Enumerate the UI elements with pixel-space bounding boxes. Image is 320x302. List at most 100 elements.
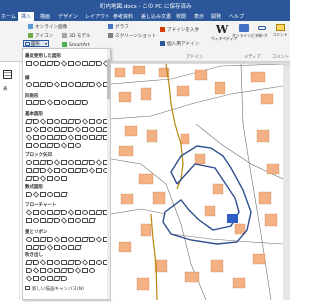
shape-thumbnail[interactable] [54, 245, 60, 250]
shape-thumbnail[interactable] [89, 127, 95, 132]
shape-thumbnail[interactable] [33, 210, 39, 215]
shape-thumbnail[interactable] [32, 100, 40, 105]
shape-thumbnail[interactable] [46, 143, 54, 148]
shape-thumbnail[interactable] [88, 218, 96, 223]
shape-thumbnail[interactable] [82, 268, 88, 273]
shape-thumbnail[interactable] [26, 100, 32, 105]
shape-thumbnail[interactable] [26, 143, 32, 148]
icons-button[interactable]: アイコン [28, 33, 53, 39]
shape-thumbnail[interactable] [33, 119, 39, 124]
shape-thumbnail[interactable] [89, 119, 95, 124]
shape-thumbnail[interactable] [74, 168, 82, 173]
shape-thumbnail[interactable] [26, 127, 32, 132]
3d-models-button[interactable]: 3D モデル [62, 33, 91, 39]
shape-thumbnail[interactable] [68, 245, 74, 250]
shape-thumbnail[interactable] [60, 127, 68, 132]
shape-thumbnail[interactable] [61, 260, 67, 265]
shape-thumbnail[interactable] [60, 217, 68, 224]
shape-thumbnail[interactable] [40, 61, 46, 66]
tab-home[interactable]: ホーム [1, 13, 16, 20]
shape-thumbnail[interactable] [47, 176, 53, 181]
shape-thumbnail[interactable] [75, 218, 81, 223]
shape-thumbnail[interactable] [25, 209, 33, 216]
shape-thumbnail[interactable] [68, 127, 74, 132]
shape-thumbnail[interactable] [54, 168, 60, 173]
shape-thumbnail[interactable] [81, 82, 89, 87]
shape-thumbnail[interactable] [32, 245, 40, 250]
shape-thumbnail[interactable] [75, 143, 81, 148]
shape-thumbnail[interactable] [53, 135, 61, 140]
shape-thumbnail[interactable] [81, 259, 89, 266]
shape-thumbnail[interactable] [26, 245, 32, 250]
shape-thumbnail[interactable] [89, 160, 95, 165]
shape-thumbnail[interactable] [33, 218, 39, 223]
shape-thumbnail[interactable] [82, 135, 88, 140]
shape-thumbnail[interactable] [46, 61, 54, 66]
shape-thumbnail[interactable] [75, 82, 81, 87]
shape-thumbnail[interactable] [95, 159, 103, 166]
shape-thumbnail[interactable] [40, 143, 46, 148]
shape-thumbnail[interactable] [25, 260, 33, 265]
shape-thumbnail[interactable] [39, 118, 47, 125]
shape-thumbnail[interactable] [53, 159, 61, 166]
shape-thumbnail[interactable] [54, 143, 60, 148]
tab-mailings[interactable]: 差し込み文書 [141, 13, 171, 20]
shape-thumbnail[interactable] [68, 61, 74, 66]
comment-button[interactable]: コメント [271, 23, 289, 51]
link-button[interactable]: リンク [256, 23, 268, 51]
shape-thumbnail[interactable] [40, 218, 46, 223]
shape-thumbnail[interactable] [39, 160, 47, 165]
shape-thumbnail[interactable] [89, 260, 95, 265]
shape-thumbnail[interactable] [68, 82, 74, 87]
map-canvas[interactable] [110, 63, 284, 301]
shape-thumbnail[interactable] [75, 135, 81, 140]
shape-thumbnail[interactable] [68, 100, 74, 105]
shape-thumbnail[interactable] [96, 260, 102, 265]
shape-thumbnail[interactable] [46, 244, 54, 251]
shape-thumbnail[interactable] [61, 245, 67, 250]
shape-thumbnail[interactable] [33, 260, 39, 265]
shape-thumbnail[interactable] [47, 237, 53, 242]
shape-thumbnail[interactable] [61, 237, 67, 242]
shape-thumbnail[interactable] [26, 160, 32, 165]
shape-thumbnail[interactable] [53, 236, 61, 243]
shape-thumbnail[interactable] [68, 143, 74, 148]
shape-thumbnail[interactable] [96, 119, 102, 124]
shape-thumbnail[interactable] [95, 236, 103, 243]
shape-thumbnail[interactable] [95, 210, 103, 215]
gallery-scroll-thumb[interactable] [107, 59, 110, 99]
shape-thumbnail[interactable] [39, 259, 47, 266]
shape-thumbnail[interactable] [25, 119, 33, 124]
shape-thumbnail[interactable] [54, 119, 60, 124]
shape-thumbnail[interactable] [61, 160, 67, 165]
shape-thumbnail[interactable] [47, 135, 53, 140]
shape-thumbnail[interactable] [89, 237, 95, 242]
shape-thumbnail[interactable] [26, 237, 32, 242]
tab-insert[interactable]: 挿入 [18, 12, 35, 21]
shape-thumbnail[interactable] [33, 135, 39, 140]
shape-thumbnail[interactable] [25, 176, 33, 181]
shape-thumbnail[interactable] [40, 192, 46, 197]
shape-thumbnail[interactable] [81, 237, 89, 242]
shape-thumbnail[interactable] [75, 61, 81, 66]
tab-view[interactable]: 表示 [194, 13, 204, 20]
chart-button[interactable]: グラフ [108, 24, 129, 30]
shape-thumbnail[interactable] [82, 210, 88, 215]
wikipedia-button[interactable]: W ウィキペディア [211, 23, 237, 51]
shape-thumbnail[interactable] [68, 160, 74, 165]
shape-thumbnail[interactable] [53, 81, 61, 88]
tab-developer[interactable]: 開発 [211, 13, 221, 20]
shapes-button[interactable]: 図形 ▾ [23, 40, 49, 47]
shape-thumbnail[interactable] [26, 192, 32, 197]
screenshot-button[interactable]: スクリーンショット [108, 33, 156, 39]
get-addins-button[interactable]: アドインを入手 [160, 27, 199, 33]
online-video-button[interactable]: オンラインビデオ [232, 23, 262, 51]
shape-thumbnail[interactable] [47, 127, 53, 132]
shape-thumbnail[interactable] [89, 210, 95, 215]
shape-thumbnail[interactable] [33, 276, 39, 281]
shape-thumbnail[interactable] [40, 100, 46, 105]
shape-thumbnail[interactable] [39, 82, 47, 87]
shape-thumbnail[interactable] [95, 135, 103, 140]
shape-thumbnail[interactable] [68, 218, 74, 223]
shape-thumbnail[interactable] [33, 176, 39, 181]
